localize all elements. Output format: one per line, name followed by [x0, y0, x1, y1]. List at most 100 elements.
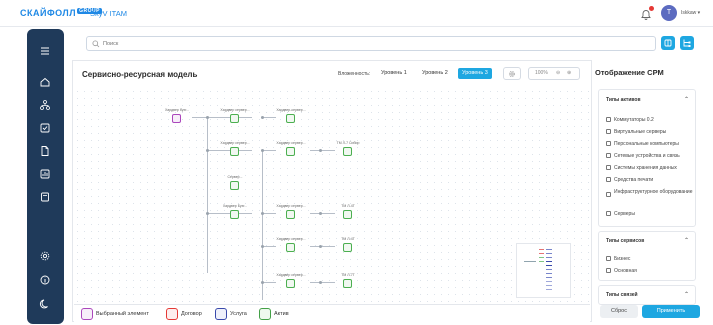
service-icon — [215, 308, 227, 320]
bell-icon[interactable] — [640, 6, 654, 20]
node-label: Хардвер-сервер... — [276, 108, 306, 112]
hierarchy-icon[interactable] — [39, 98, 51, 110]
model-node[interactable]: Хардвер сервер... — [274, 273, 308, 293]
model-node[interactable]: Хардвер Бухг... — [218, 204, 252, 224]
settings-button[interactable] — [503, 67, 521, 80]
zoom-out-icon[interactable]: ⊖ — [556, 68, 560, 79]
checkbox[interactable] — [606, 153, 611, 158]
connector-dot — [319, 149, 322, 152]
model-canvas[interactable]: Хардвер бухг... Хардвер сервер... Хардве… — [74, 88, 590, 304]
node-label: Хардвер сервер... — [276, 273, 306, 277]
checkbox[interactable] — [606, 165, 611, 170]
service-types-card: Типы сервисов ⌃ Бизнес Основная — [598, 231, 696, 281]
model-node[interactable]: Хардвер сервер... — [274, 237, 308, 257]
sidebar — [27, 29, 64, 324]
node-icon — [286, 114, 295, 123]
checkbox[interactable] — [606, 211, 611, 216]
node-icon — [286, 243, 295, 252]
model-node[interactable]: Хардвер-сервер... — [274, 108, 308, 128]
node-icon — [286, 147, 295, 156]
minimap-mark — [539, 253, 544, 255]
home-icon[interactable] — [39, 75, 51, 87]
zoom-in-icon[interactable]: ⊕ — [567, 68, 571, 79]
chevron-up-icon[interactable]: ⌃ — [684, 291, 689, 298]
node-icon — [230, 147, 239, 156]
chevron-up-icon[interactable]: ⌃ — [684, 96, 689, 103]
minimap-mark — [539, 249, 544, 251]
node-icon — [230, 114, 239, 123]
menu-icon[interactable] — [39, 44, 51, 56]
model-node[interactable]: Хардвер бухг... — [160, 108, 194, 128]
node-label: Хардвер сервер... — [276, 237, 306, 241]
chart-icon[interactable] — [39, 167, 51, 179]
reset-button[interactable]: Сброс — [600, 305, 638, 318]
checkbox[interactable] — [606, 256, 611, 261]
checkbox[interactable] — [606, 192, 611, 197]
top-bar: СКАЙФОЛЛ GROUP SkyV ITAM T Iskkaw ▾ — [0, 0, 713, 27]
info-icon[interactable] — [39, 273, 51, 285]
service-type-label: Основная — [614, 268, 637, 274]
legend-label: Выбранный элемент — [96, 311, 149, 317]
avatar[interactable]: T — [661, 5, 677, 21]
node-label: Хардвер Бухг... — [222, 204, 248, 208]
settings-icon[interactable] — [39, 249, 51, 261]
service-type-label: Бизнес — [614, 256, 631, 262]
model-node[interactable]: Сервер... — [218, 175, 252, 195]
connector-dot — [261, 149, 264, 152]
checkbox[interactable] — [606, 141, 611, 146]
search-input[interactable] — [103, 39, 643, 49]
legend-label: Услуга — [230, 311, 247, 317]
node-icon — [230, 181, 239, 190]
zoom-value: 100% — [535, 70, 548, 76]
model-node[interactable]: ТМ Л-7 Сибир — [331, 141, 365, 161]
node-label: ТМ Л-7Т — [341, 273, 355, 277]
bookmark-icon[interactable] — [39, 190, 51, 202]
model-node[interactable]: ТМ Л-7Т — [331, 273, 365, 293]
minimap-mark — [546, 257, 552, 259]
node-icon — [286, 210, 295, 219]
level-1-button[interactable]: Уровень 1 — [377, 68, 411, 79]
asset-type-label: Инфраструктурное оборудование — [614, 189, 693, 195]
minimap-mark — [539, 257, 544, 259]
model-node[interactable]: Хардвер сервер... — [274, 204, 308, 224]
asset-type-label: Коммутаторы 0.2 — [614, 117, 654, 123]
connector-dot — [206, 116, 209, 119]
asset-type-label: Системы хранения данных — [614, 165, 677, 171]
asset-type-label: Сетевые устройства и связь — [614, 153, 680, 159]
model-node[interactable]: Хардвер сервер... — [218, 108, 252, 128]
model-node[interactable]: ТМ Л-4Т — [331, 237, 365, 257]
checkbox[interactable] — [606, 117, 611, 122]
tree-view-button[interactable] — [680, 36, 694, 50]
page-title: Сервисно-ресурсная модель — [82, 70, 198, 79]
connector-dot — [261, 245, 264, 248]
checkbox[interactable] — [606, 268, 611, 273]
connector — [262, 150, 263, 300]
model-node[interactable]: ТМ Л-4Т — [331, 204, 365, 224]
node-icon — [343, 147, 352, 156]
minimap-mark — [546, 253, 552, 255]
checklist-icon[interactable] — [39, 121, 51, 133]
node-label: Хардвер бухг... — [164, 108, 190, 112]
tree-icon — [683, 39, 691, 47]
view-toggle-button[interactable] — [661, 36, 675, 50]
model-node[interactable]: Хардвер сервер... — [274, 141, 308, 161]
model-node[interactable]: Хардвер сервер... — [218, 141, 252, 161]
chevron-up-icon[interactable]: ⌃ — [684, 237, 689, 244]
apply-button[interactable]: Применить — [642, 305, 700, 318]
user-menu[interactable]: Iskkaw ▾ — [681, 10, 700, 16]
checkbox[interactable] — [606, 177, 611, 182]
checkbox[interactable] — [606, 129, 611, 134]
asset-type-label: Средства печати — [614, 177, 654, 183]
moon-icon[interactable] — [39, 297, 51, 309]
node-label: Хардвер сервер... — [220, 141, 250, 145]
level-2-button[interactable]: Уровень 2 — [418, 68, 452, 79]
level-3-button[interactable]: Уровень 3 — [458, 68, 492, 79]
asset-type-label: Персональные компьютеры — [614, 141, 679, 147]
node-label: Сервер... — [227, 175, 243, 179]
minimap-mark — [524, 261, 536, 263]
document-icon[interactable] — [39, 144, 51, 156]
minimap[interactable] — [516, 243, 571, 298]
connector-dot — [261, 116, 264, 119]
asset-icon — [259, 308, 271, 320]
legend-label: Актив — [274, 311, 289, 317]
